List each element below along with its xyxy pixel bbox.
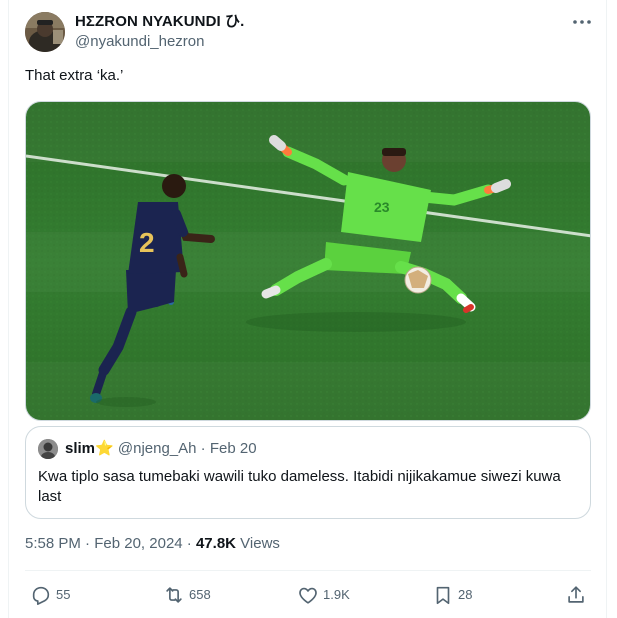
actions-divider [25,570,591,571]
quoted-text: Kwa tiplo sasa tumebaki wawili tuko dame… [38,468,561,505]
bookmark-icon [436,586,450,605]
author-avatar[interactable] [25,12,65,52]
meta-separator-2: · [186,535,192,552]
football [404,266,432,294]
more-horizontal-icon [573,20,591,24]
tweet-text: That extra ‘ka.’ [25,67,124,84]
tweet-border-left [8,0,9,618]
quoted-display-name[interactable]: slim⭐ [65,440,114,457]
meta-separator: · [85,535,91,552]
share-icon [568,586,584,603]
reply-icon [32,586,50,605]
goalkeeper-shirt-number: 23 [374,199,390,215]
author-display-name[interactable]: HΣZRON NYAKUNDI ひ. [75,12,244,32]
heart-icon [299,587,317,604]
quoted-avatar-image [38,439,58,459]
quoted-date[interactable]: Feb 20 [210,440,257,457]
bookmark-count: 28 [458,587,473,602]
reply-count: 55 [56,587,71,602]
football-photo: 2 23 [26,102,590,420]
repost-icon [166,587,182,603]
tweet-photo[interactable]: 2 23 [25,101,591,421]
quoted-handle[interactable]: @njeng_Ah [118,440,197,457]
views-label: Views [240,535,280,552]
like-count: 1.9K [323,587,350,602]
outfield-shirt-number: 2 [139,227,155,258]
repost-count: 658 [189,587,211,602]
quoted-separator: · [200,440,206,457]
repost-button[interactable]: 658 [163,583,211,607]
author-avatar-image [25,12,65,52]
quoted-avatar[interactable] [38,439,58,459]
quoted-header: slim⭐ @njeng_Ah · Feb 20 [65,439,257,459]
share-button[interactable] [565,583,587,607]
bookmark-button[interactable]: 28 [432,583,472,607]
author-handle[interactable]: @nyakundi_hezron [75,32,244,52]
tweet-meta: 5:58 PM · Feb 20, 2024 · 47.8K Views [25,534,280,554]
like-button[interactable]: 1.9K [297,583,350,607]
views-count: 47.8K [195,535,236,552]
tweet-time[interactable]: 5:58 PM [25,535,81,552]
tweet-date[interactable]: Feb 20, 2024 [94,535,182,552]
quoted-tweet[interactable]: slim⭐ @njeng_Ah · Feb 20 Kwa tiplo sasa … [25,426,591,519]
reply-button[interactable]: 55 [30,583,70,607]
more-options-button[interactable] [570,12,594,32]
tweet-border-right [606,0,607,618]
author-info[interactable]: HΣZRON NYAKUNDI ひ. @nyakundi_hezron [75,12,244,52]
